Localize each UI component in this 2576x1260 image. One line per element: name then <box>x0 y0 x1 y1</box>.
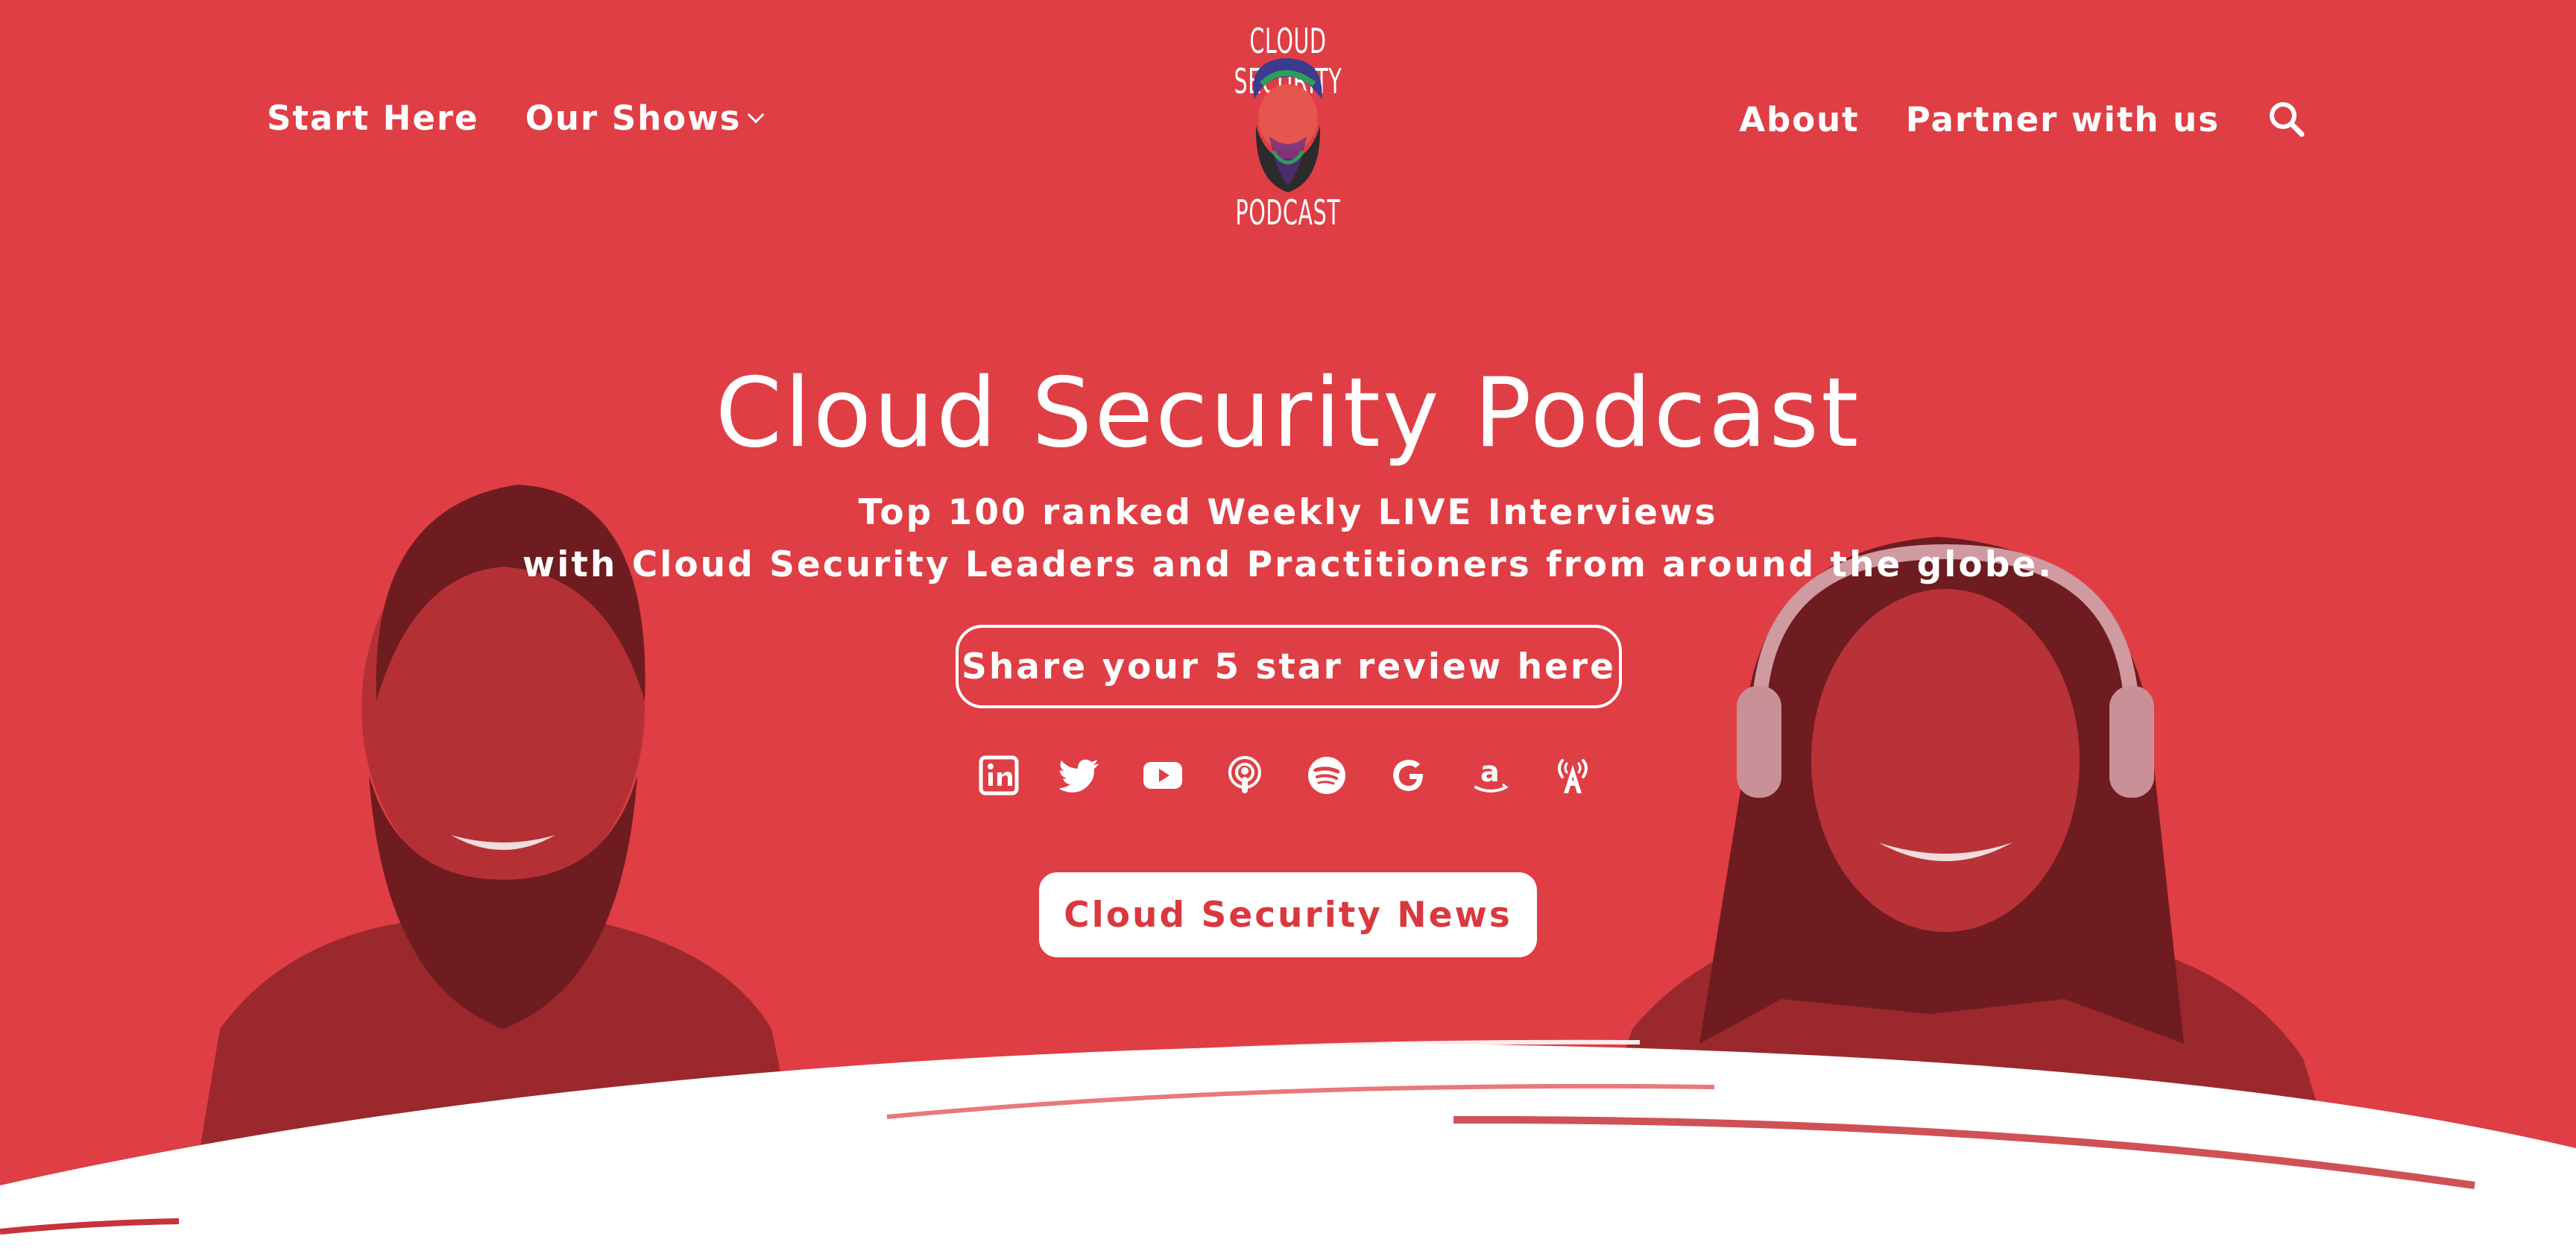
spotify-icon[interactable] <box>1304 753 1349 798</box>
logo-bottom-text: PODCAST <box>1235 192 1341 233</box>
google-icon[interactable] <box>1386 753 1431 798</box>
main-nav-right: About Partner with us <box>1739 98 2308 140</box>
site-logo[interactable]: CLOUD SECURITY PODCAST <box>1169 13 1407 237</box>
page-title: Cloud Security Podcast <box>715 358 1861 469</box>
social-links: a <box>976 753 1595 798</box>
nav-partner-with-us[interactable]: Partner with us <box>1906 100 2220 139</box>
hero-section: Start Here Our Shows CLOUD SECURITY PODC… <box>0 0 2576 1260</box>
nav-about[interactable]: About <box>1739 100 1860 139</box>
search-icon[interactable] <box>2266 98 2308 140</box>
nav-our-shows-label: Our Shows <box>525 98 742 138</box>
linkedin-icon[interactable] <box>976 753 1021 798</box>
twitter-icon[interactable] <box>1058 753 1103 798</box>
nav-about-label: About <box>1739 99 1860 139</box>
cloud-security-news-button[interactable]: Cloud Security News <box>1039 872 1537 957</box>
nav-start-here[interactable]: Start Here <box>267 98 479 138</box>
apple-podcasts-icon[interactable] <box>1222 753 1267 798</box>
main-nav-left: Start Here Our Shows <box>267 98 765 138</box>
amazon-icon[interactable]: a <box>1468 753 1513 798</box>
chevron-down-icon <box>748 106 765 123</box>
podcast-addict-icon[interactable] <box>1550 753 1595 798</box>
hero-subtitle-line1: Top 100 ranked Weekly LIVE Interviews <box>858 492 1718 533</box>
nav-partner-label: Partner with us <box>1905 99 2220 139</box>
decorative-wave-divider <box>0 1039 2576 1260</box>
share-review-button[interactable]: Share your 5 star review here <box>956 625 1622 708</box>
youtube-icon[interactable] <box>1140 753 1185 798</box>
hero-subtitle-line2: with Cloud Security Leaders and Practiti… <box>522 544 2054 585</box>
nav-our-shows[interactable]: Our Shows <box>525 98 765 138</box>
bearded-man-logo-icon <box>1253 58 1322 192</box>
nav-start-here-label: Start Here <box>267 98 479 138</box>
svg-text:a: a <box>1480 755 1500 788</box>
